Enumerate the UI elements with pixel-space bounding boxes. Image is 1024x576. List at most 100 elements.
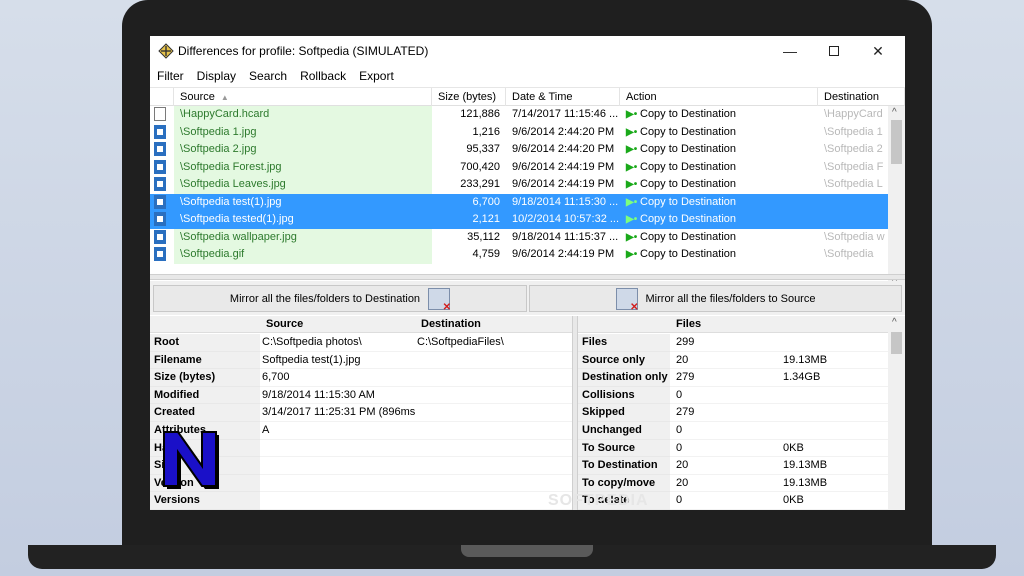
grid-header: Source ▲ Size (bytes) Date & Time Action …: [150, 88, 905, 106]
softpedia-watermark: SOFTPEDIA: [548, 492, 649, 509]
action-cell[interactable]: ▶• Copy to Destination: [620, 246, 818, 264]
action-label: Copy to Destination: [640, 125, 736, 138]
size-cell: 4,759: [472, 248, 500, 260]
properties-header-blank: [150, 316, 260, 333]
date-cell: 7/14/2017 11:15:46 ...: [512, 108, 619, 120]
table-row[interactable]: \Softpedia 2.jpg 95,337 9/6/2014 2:44:20 P…: [150, 141, 888, 159]
stats-header-blank: [578, 316, 670, 333]
properties-source-header: Source: [260, 316, 415, 333]
size-cell: 233,291: [460, 178, 500, 190]
stats-size: [780, 387, 888, 405]
image-file-icon: [154, 124, 166, 139]
properties-destination-header: Destination: [415, 316, 572, 333]
size-column-header[interactable]: Size (bytes): [432, 88, 506, 106]
statistics-panel: Files Files 299 Source only 20 19.13MB Destin…: [578, 316, 905, 510]
mirror-to-source-button[interactable]: Mirror all the files/folders to Source: [529, 285, 902, 313]
menu-filter[interactable]: Filter: [150, 66, 190, 86]
property-row: Root C:\Softpedia photos\ C:\SoftpediaFile…: [150, 334, 572, 352]
stats-count: 0: [670, 440, 780, 458]
menu-rollback[interactable]: Rollback: [293, 66, 352, 86]
table-row[interactable]: \Softpedia Forest.jpg 700,420 9/6/2014 2:4…: [150, 158, 888, 177]
stats-scroll-thumb[interactable]: [891, 332, 902, 354]
grid-vertical-scroll-thumb[interactable]: [891, 120, 902, 164]
action-label: Copy to Destination: [640, 248, 736, 260]
property-source-value: 3/14/2017 11:25:31 PM (896ms): [260, 404, 415, 422]
copy-arrow-icon: ▶•: [626, 249, 638, 260]
table-row[interactable]: \Softpedia 1.jpg 1,216 9/6/2014 2:44:20 PM…: [150, 123, 888, 142]
action-label: Copy to Destination: [640, 143, 736, 155]
stats-size: 19.13MB: [780, 457, 888, 475]
close-button[interactable]: ✕: [856, 40, 900, 62]
maximize-button[interactable]: [812, 40, 856, 62]
mirror-to-destination-button[interactable]: Mirror all the files/folders to Destinat…: [153, 285, 527, 313]
table-row[interactable]: \Softpedia wallpaper.jpg 35,112 9/18/2014 …: [150, 228, 888, 247]
property-label: Root: [150, 334, 260, 352]
action-cell[interactable]: ▶• Copy to Destination: [620, 176, 818, 194]
image-file-icon: [154, 177, 166, 192]
table-row[interactable]: \Softpedia tested(1).jpg 2,121 10/2/2014 1…: [150, 211, 888, 229]
table-row[interactable]: \Softpedia Leaves.jpg 233,291 9/6/2014 2:4…: [150, 176, 888, 194]
destination-column-header[interactable]: Destination: [818, 88, 905, 106]
stats-scroll-up-icon[interactable]: ^: [892, 317, 897, 328]
action-cell[interactable]: ▶• Copy to Destination: [620, 211, 818, 229]
n-logo-icon: [163, 431, 219, 489]
laptop-notch: [461, 545, 593, 557]
source-cell: \Softpedia 2.jpg: [174, 141, 432, 159]
action-cell[interactable]: ▶• Copy to Destination: [620, 124, 818, 142]
icon-column-header[interactable]: [150, 88, 174, 106]
date-cell: 9/18/2014 11:15:30 ...: [506, 193, 620, 211]
stats-row: Collisions 0: [578, 386, 888, 405]
stats-count: 0: [670, 492, 780, 510]
source-cell: \Softpedia Leaves.jpg: [174, 176, 432, 194]
property-source-value: [260, 492, 415, 510]
action-cell[interactable]: ▶• Copy to Destination: [620, 141, 818, 159]
image-file-icon: [154, 142, 166, 157]
date-column-header[interactable]: Date & Time: [506, 88, 620, 106]
menu-export[interactable]: Export: [352, 66, 400, 86]
source-cell: \Softpedia test(1).jpg: [174, 193, 432, 211]
grid-vertical-scrollbar[interactable]: ^ v: [888, 106, 905, 291]
property-destination-value: [415, 475, 572, 493]
source-cell: \Softpedia.gif: [174, 246, 432, 264]
property-destination-value: [415, 404, 572, 422]
stats-label: To copy/move: [578, 474, 670, 493]
scroll-up-icon[interactable]: ^: [892, 107, 897, 118]
size-cell: 121,886: [460, 108, 500, 120]
mirror-to-destination-label: Mirror all the files/folders to Destinat…: [229, 292, 421, 305]
size-cell: 95,337: [466, 143, 500, 155]
stats-vertical-scrollbar[interactable]: ^: [888, 316, 905, 510]
property-source-value: Softpedia test(1).jpg: [260, 352, 415, 370]
table-row[interactable]: \Softpedia test(1).jpg 6,700 9/18/2014 11:…: [150, 193, 888, 211]
source-cell: \Softpedia tested(1).jpg: [174, 211, 432, 229]
destination-cell: \HappyCard: [824, 108, 883, 120]
image-file-icon: [154, 247, 166, 262]
action-label: Copy to Destination: [640, 108, 736, 120]
row-icon-cell: [150, 246, 174, 264]
action-cell[interactable]: ▶• Copy to Destination: [620, 159, 818, 177]
stats-size: 19.13MB: [780, 352, 888, 370]
row-icon-cell: [150, 141, 174, 159]
minimize-button[interactable]: —: [768, 40, 812, 62]
date-cell: 9/6/2014 2:44:19 PM: [512, 160, 615, 173]
property-source-value: 9/18/2014 11:15:30 AM: [260, 387, 415, 405]
mirror-destination-icon: [428, 287, 451, 313]
action-cell[interactable]: ▶• Copy to Destination: [620, 106, 818, 124]
mirror-source-icon: [615, 287, 639, 313]
source-cell: \HappyCard.hcard: [174, 106, 432, 124]
menu-display[interactable]: Display: [190, 66, 242, 86]
action-column-header[interactable]: Action: [620, 88, 818, 106]
copy-arrow-icon: ▶•: [626, 109, 638, 120]
horizontal-splitter[interactable]: [150, 274, 905, 280]
action-cell[interactable]: ▶• Copy to Destination: [620, 229, 818, 247]
table-row[interactable]: \HappyCard.hcard 121,886 7/14/2017 11:15:4…: [150, 106, 888, 124]
menu-search[interactable]: Search: [242, 66, 293, 86]
stats-label: Files: [578, 334, 670, 352]
mirror-toolbar: Mirror all the files/folders to Destinat…: [150, 281, 905, 315]
stats-count: 299: [670, 334, 780, 352]
action-cell[interactable]: ▶• Copy to Destination: [620, 193, 818, 211]
table-row[interactable]: \Softpedia.gif 4,759 9/6/2014 2:44:19 PM ▶•…: [150, 246, 888, 264]
copy-arrow-icon: ▶•: [626, 196, 638, 208]
date-cell: 9/6/2014 2:44:20 PM: [512, 143, 615, 155]
stats-label: To Source: [578, 439, 670, 458]
source-column-header[interactable]: Source ▲: [174, 88, 432, 106]
